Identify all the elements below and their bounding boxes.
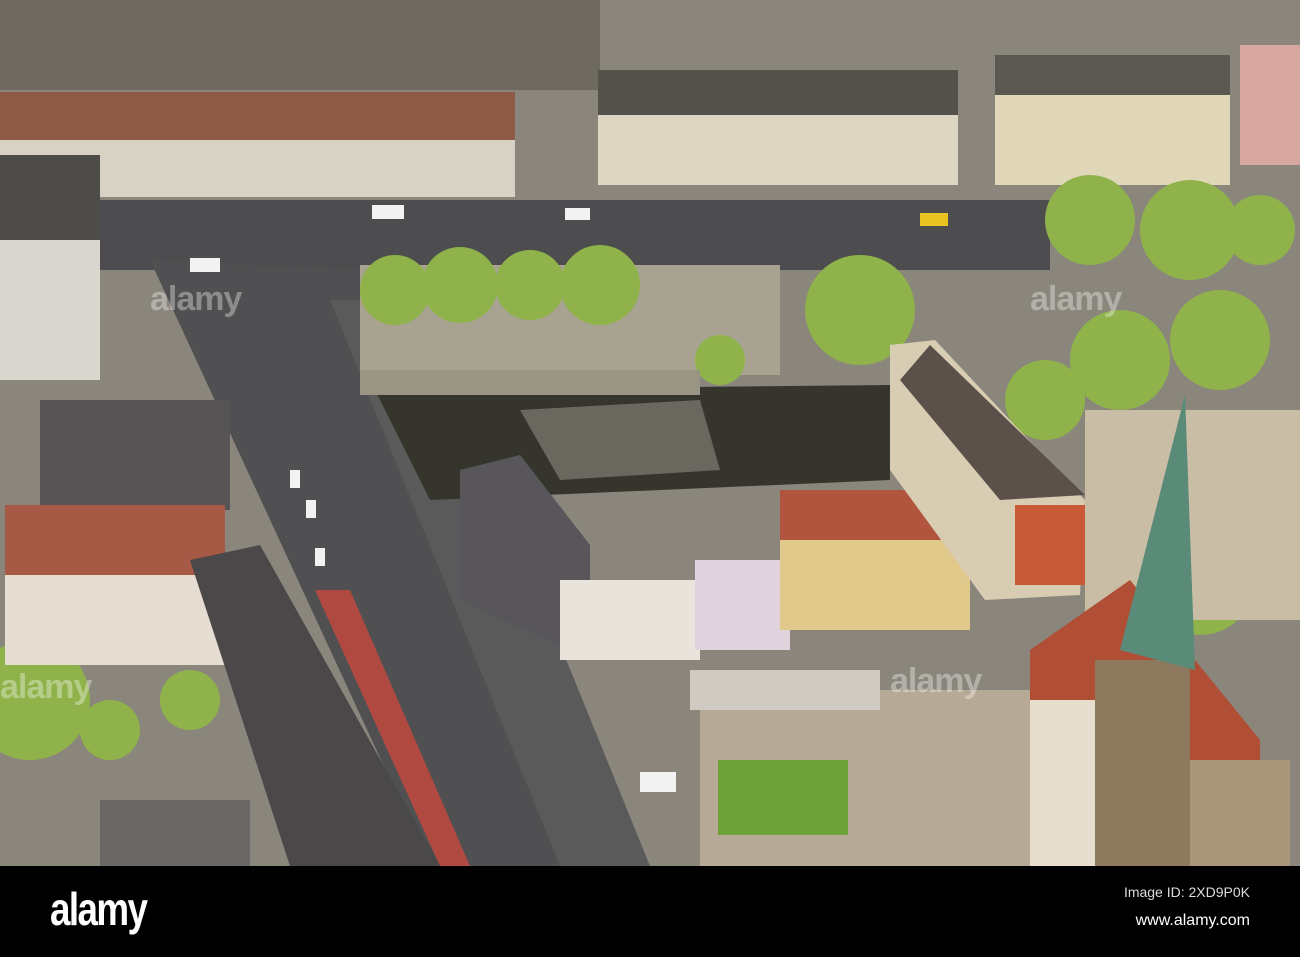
footer-bar: alamy Image ID: 2XD9P0K www.alamy.com	[0, 866, 1300, 957]
lawn	[718, 760, 848, 835]
image-id: Image ID: 2XD9P0K	[1123, 884, 1250, 900]
aerial-photo: alamy alamy alamy alamy	[0, 0, 1300, 866]
watermark: alamy	[1030, 280, 1122, 318]
website-link: www.alamy.com	[1135, 912, 1250, 929]
watermark: alamy	[150, 280, 242, 318]
aerial-scene	[0, 0, 1300, 866]
alamy-logo: alamy	[50, 883, 148, 935]
church-tower	[1095, 660, 1190, 866]
watermark: alamy	[890, 662, 982, 700]
watermark: alamy	[0, 668, 92, 706]
